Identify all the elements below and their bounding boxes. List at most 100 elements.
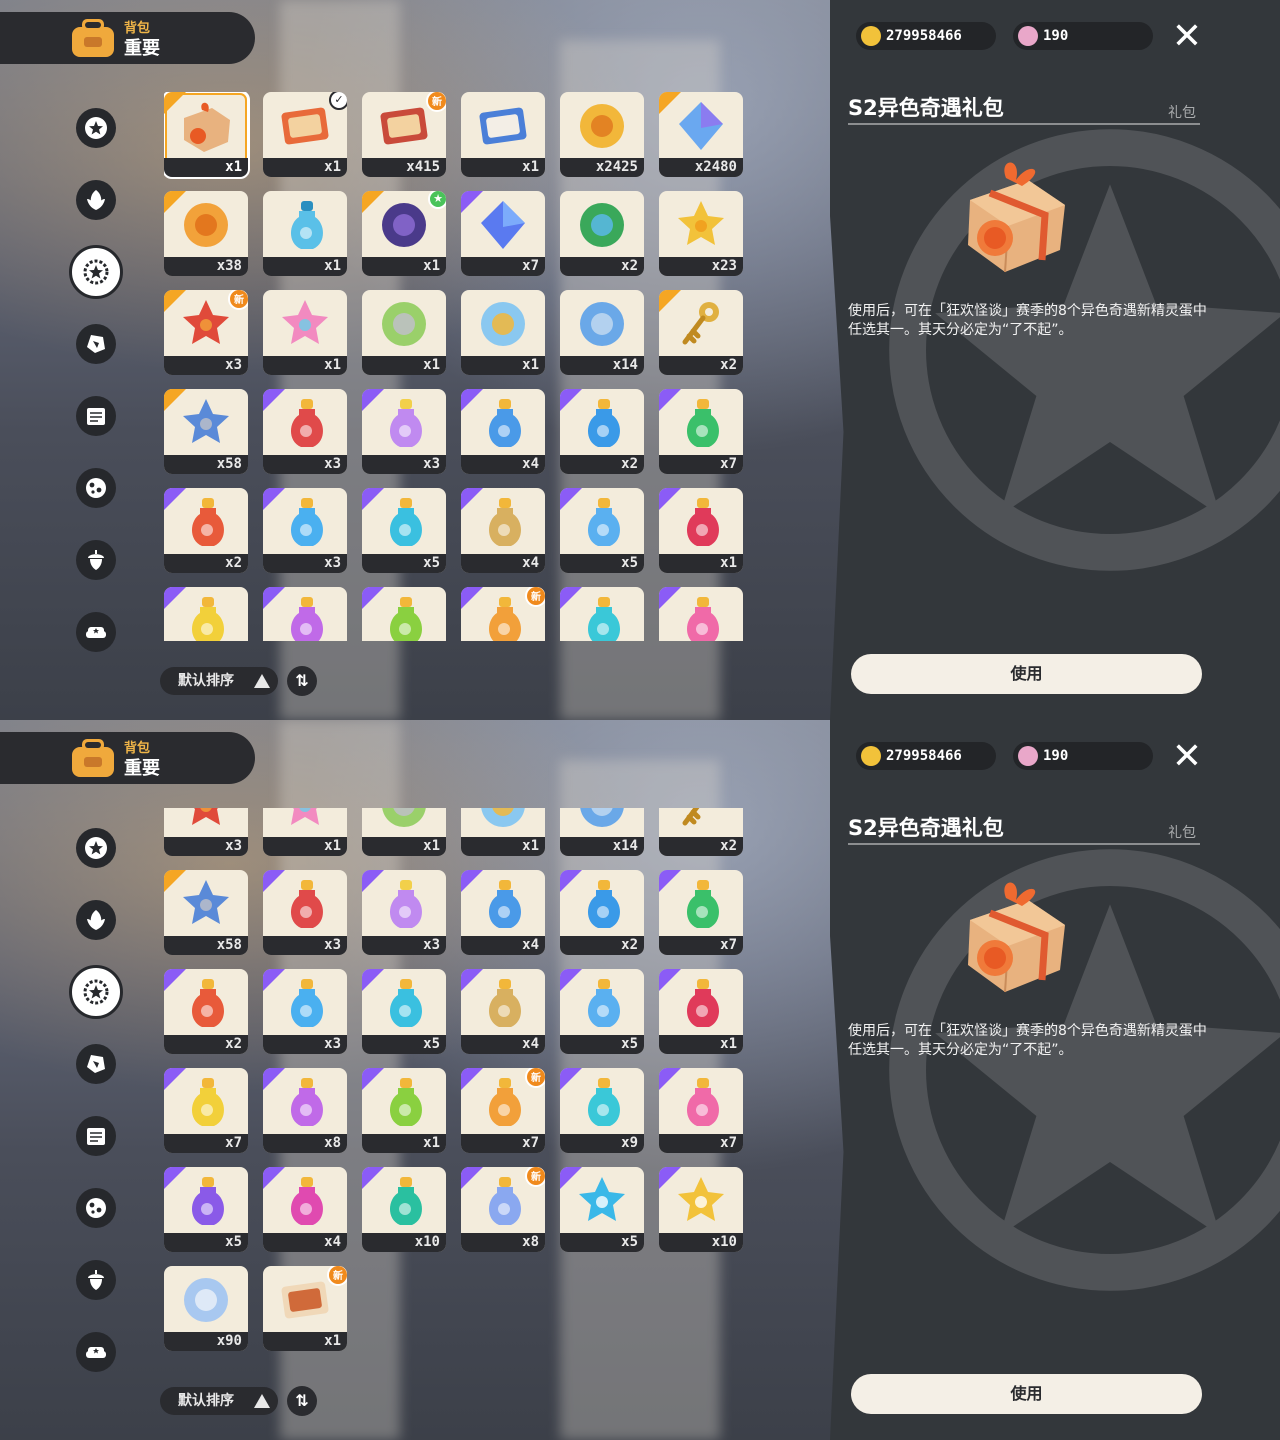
- item-art: [574, 494, 630, 550]
- nav-acorn[interactable]: [76, 1260, 116, 1300]
- close-button[interactable]: ✕: [1168, 738, 1206, 776]
- item-slot[interactable]: [164, 587, 248, 641]
- item-slot[interactable]: x4: [461, 969, 545, 1054]
- item-slot[interactable]: x90: [164, 1266, 248, 1351]
- item-slot[interactable]: x2: [164, 969, 248, 1054]
- item-slot[interactable]: x38: [164, 191, 248, 276]
- item-slot[interactable]: x10: [659, 1167, 743, 1252]
- nav-leaf[interactable]: [76, 180, 116, 220]
- item-slot[interactable]: x4: [461, 870, 545, 955]
- item-slot[interactable]: x14: [560, 808, 644, 856]
- nav-star-gear[interactable]: [69, 245, 123, 299]
- item-slot[interactable]: x2: [560, 870, 644, 955]
- item-slot[interactable]: x2: [659, 808, 743, 856]
- item-slot[interactable]: x7: [164, 1068, 248, 1153]
- item-slot[interactable]: x1: [362, 1068, 446, 1153]
- item-slot[interactable]: x5: [164, 1167, 248, 1252]
- item-slot[interactable]: x10: [362, 1167, 446, 1252]
- sort-dropdown[interactable]: 默认排序: [160, 667, 278, 695]
- item-slot[interactable]: x2: [560, 389, 644, 474]
- item-slot[interactable]: x1: [461, 290, 545, 375]
- item-slot[interactable]: x7: [461, 191, 545, 276]
- item-slot[interactable]: x2: [560, 191, 644, 276]
- item-grid-viewport[interactable]: x1 ✓ x1 新 x415 x1 x2425 x2480 x38 x1 ★ x1 x7 x2 x23 新 x3…: [164, 92, 754, 641]
- nav-sofa[interactable]: [76, 612, 116, 652]
- item-slot[interactable]: x2: [659, 290, 743, 375]
- sort-order-toggle[interactable]: ⇅: [287, 1386, 317, 1416]
- item-slot[interactable]: x3: [263, 389, 347, 474]
- nav-book[interactable]: [76, 396, 116, 436]
- item-quantity: x2: [659, 356, 743, 375]
- item-slot[interactable]: x3: [362, 870, 446, 955]
- item-slot[interactable]: x4: [461, 389, 545, 474]
- nav-star-badge[interactable]: [76, 108, 116, 148]
- item-slot[interactable]: x5: [560, 969, 644, 1054]
- item-slot[interactable]: 新 x7: [461, 1068, 545, 1153]
- item-slot[interactable]: x7: [659, 1068, 743, 1153]
- item-slot[interactable]: x3: [263, 488, 347, 573]
- item-slot[interactable]: 新: [461, 587, 545, 641]
- item-slot[interactable]: x3: [263, 969, 347, 1054]
- item-slot[interactable]: x4: [461, 488, 545, 573]
- item-slot[interactable]: [362, 587, 446, 641]
- item-quantity: x2480: [659, 158, 743, 177]
- nav-egg[interactable]: [76, 1188, 116, 1228]
- item-slot[interactable]: x14: [560, 290, 644, 375]
- item-slot[interactable]: x1: [263, 290, 347, 375]
- item-slot[interactable]: x1: [362, 808, 446, 856]
- item-slot[interactable]: x3: [263, 870, 347, 955]
- item-slot[interactable]: x58: [164, 389, 248, 474]
- nav-crystal[interactable]: [76, 324, 116, 364]
- item-slot[interactable]: x8: [263, 1068, 347, 1153]
- item-slot[interactable]: x2425: [560, 92, 644, 177]
- item-slot[interactable]: x2: [164, 488, 248, 573]
- use-button[interactable]: 使用: [851, 654, 1202, 694]
- item-slot[interactable]: x3: [164, 808, 248, 856]
- item-slot[interactable]: x5: [560, 1167, 644, 1252]
- item-slot[interactable]: x1: [263, 191, 347, 276]
- item-slot[interactable]: x1: [659, 488, 743, 573]
- nav-book[interactable]: [76, 1116, 116, 1156]
- item-slot[interactable]: x7: [659, 389, 743, 474]
- item-slot[interactable]: x1: [164, 92, 250, 179]
- nav-sofa[interactable]: [76, 1332, 116, 1372]
- item-slot[interactable]: x1: [362, 290, 446, 375]
- item-slot[interactable]: x1: [659, 969, 743, 1054]
- nav-acorn[interactable]: [76, 540, 116, 580]
- item-slot[interactable]: x9: [560, 1068, 644, 1153]
- close-button[interactable]: ✕: [1168, 18, 1206, 56]
- nav-egg[interactable]: [76, 468, 116, 508]
- item-slot[interactable]: 新 x3: [164, 290, 248, 375]
- item-grid-viewport[interactable]: x3 x1 x1 x1 x14 x2 x58 x3 x3 x4 x2 x7 x2 x3 x5 x4 x5 x1 x7…: [164, 808, 754, 1358]
- item-slot[interactable]: 新 x415: [362, 92, 446, 177]
- sort-dropdown[interactable]: 默认排序: [160, 1387, 278, 1415]
- item-slot[interactable]: [659, 587, 743, 641]
- item-slot[interactable]: x1: [263, 808, 347, 856]
- item-slot[interactable]: [560, 587, 644, 641]
- item-slot[interactable]: x23: [659, 191, 743, 276]
- item-quantity: x10: [362, 1233, 446, 1252]
- item-slot[interactable]: x4: [263, 1167, 347, 1252]
- nav-star-gear[interactable]: [69, 965, 123, 1019]
- item-slot[interactable]: x5: [560, 488, 644, 573]
- item-slot[interactable]: [263, 587, 347, 641]
- nav-crystal[interactable]: [76, 1044, 116, 1084]
- nav-leaf[interactable]: [76, 900, 116, 940]
- item-slot[interactable]: ★ x1: [362, 191, 446, 276]
- item-slot[interactable]: 新 x1: [263, 1266, 347, 1351]
- item-slot[interactable]: x1: [461, 92, 545, 177]
- use-button[interactable]: 使用: [851, 1374, 1202, 1414]
- item-slot[interactable]: x58: [164, 870, 248, 955]
- item-slot[interactable]: x3: [362, 389, 446, 474]
- item-slot[interactable]: x5: [362, 969, 446, 1054]
- nav-star-badge[interactable]: [76, 828, 116, 868]
- item-slot[interactable]: x5: [362, 488, 446, 573]
- item-quantity: x4: [461, 936, 545, 955]
- purple-flask-icon: [192, 1177, 224, 1225]
- item-slot[interactable]: 新 x8: [461, 1167, 545, 1252]
- item-slot[interactable]: ✓ x1: [263, 92, 347, 177]
- sort-order-toggle[interactable]: ⇅: [287, 666, 317, 696]
- item-slot[interactable]: x7: [659, 870, 743, 955]
- item-slot[interactable]: x1: [461, 808, 545, 856]
- item-slot[interactable]: x2480: [659, 92, 743, 177]
